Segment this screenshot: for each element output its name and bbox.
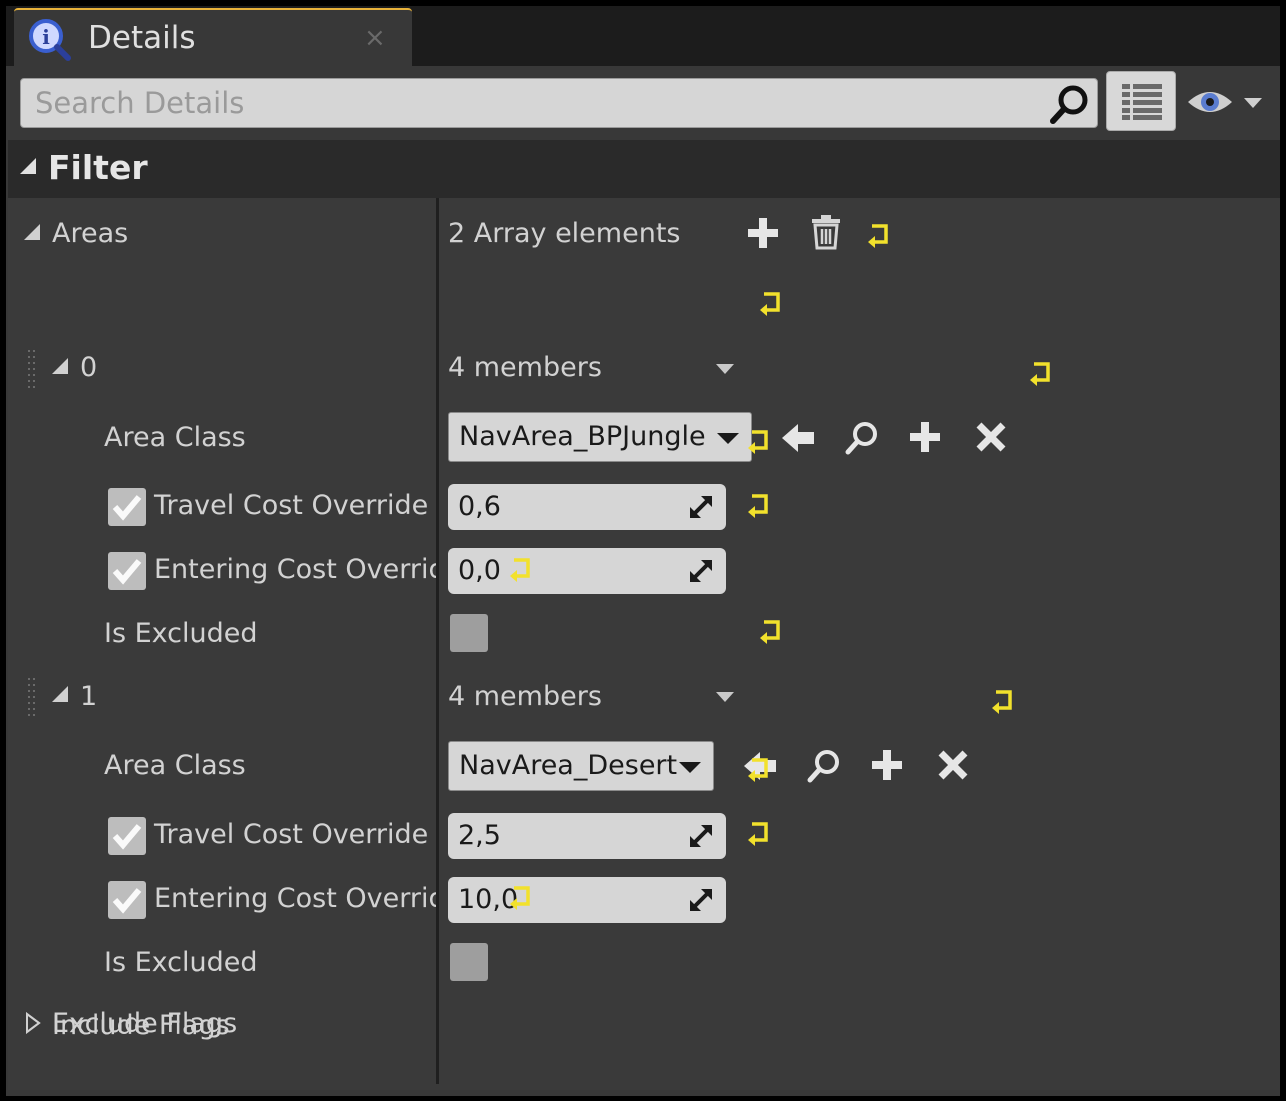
exclude-flags-label[interactable]: Exclude Flags bbox=[52, 1006, 237, 1042]
eye-icon[interactable] bbox=[1186, 80, 1266, 124]
add-icon[interactable] bbox=[908, 420, 942, 454]
reset-to-default-icon[interactable] bbox=[746, 756, 772, 782]
members-count: 4 members bbox=[448, 352, 602, 383]
travel-cost-checkbox[interactable] bbox=[108, 817, 146, 855]
drag-spin-icon[interactable] bbox=[688, 558, 714, 584]
is-excluded-label: Is Excluded bbox=[104, 618, 258, 649]
travel-cost-label: Travel Cost Override bbox=[154, 490, 429, 521]
collapse-arrow-icon[interactable] bbox=[50, 684, 70, 704]
chevron-down-icon bbox=[679, 762, 701, 773]
column-divider[interactable] bbox=[436, 198, 439, 1084]
details-panel: Search Details Filter Areas 2 Array elem… bbox=[6, 66, 1280, 1096]
drag-spin-icon[interactable] bbox=[688, 494, 714, 520]
is-excluded-checkbox[interactable] bbox=[450, 943, 488, 981]
view-options-button[interactable] bbox=[1106, 71, 1176, 131]
area-class-combo[interactable]: NavArea_BPJungle bbox=[448, 412, 752, 462]
element-index: 0 bbox=[80, 352, 98, 383]
trash-icon[interactable] bbox=[810, 214, 842, 250]
svg-text:i: i bbox=[42, 25, 50, 49]
reset-to-default-icon[interactable] bbox=[508, 884, 534, 910]
travel-cost-value: 2,5 bbox=[458, 820, 501, 851]
array-element-count: 2 Array elements bbox=[448, 218, 681, 249]
expand-arrow-icon[interactable] bbox=[24, 1012, 42, 1034]
area-class-combo[interactable]: NavArea_Desert bbox=[448, 741, 714, 791]
area-class-label: Area Class bbox=[104, 422, 246, 453]
reset-to-default-icon[interactable] bbox=[990, 688, 1016, 714]
info-magnifier-icon: i bbox=[29, 19, 71, 61]
entering-cost-value: 0,0 bbox=[458, 555, 501, 586]
browse-search-icon[interactable] bbox=[844, 420, 880, 456]
clear-x-icon[interactable] bbox=[936, 748, 970, 782]
travel-cost-input[interactable]: 0,6 bbox=[448, 484, 726, 530]
travel-cost-input[interactable]: 2,5 bbox=[448, 813, 726, 859]
area-class-value: NavArea_Desert bbox=[459, 750, 678, 781]
entering-cost-label: Entering Cost Overrid bbox=[154, 554, 436, 585]
areas-label: Areas bbox=[52, 218, 129, 249]
reset-to-default-icon[interactable] bbox=[746, 492, 772, 518]
chevron-down-icon[interactable] bbox=[716, 364, 734, 374]
chevron-down-icon bbox=[717, 433, 739, 444]
tab-details[interactable]: i Details × bbox=[14, 8, 412, 66]
search-icon[interactable] bbox=[1047, 83, 1091, 125]
reset-to-default-icon[interactable] bbox=[746, 820, 772, 846]
clear-x-icon[interactable] bbox=[974, 420, 1008, 454]
collapse-arrow-icon[interactable] bbox=[50, 356, 70, 376]
entering-cost-checkbox[interactable] bbox=[108, 881, 146, 919]
browse-search-icon[interactable] bbox=[806, 748, 842, 784]
reset-to-default-icon[interactable] bbox=[746, 428, 772, 454]
tab-title: Details bbox=[88, 20, 196, 56]
reset-to-default-icon[interactable] bbox=[508, 556, 534, 582]
reset-to-default-icon[interactable] bbox=[1028, 360, 1054, 386]
search-placeholder: Search Details bbox=[35, 86, 245, 120]
add-icon[interactable] bbox=[870, 748, 904, 782]
is-excluded-checkbox[interactable] bbox=[450, 614, 488, 652]
area-class-label: Area Class bbox=[104, 750, 246, 781]
use-selected-arrow-icon[interactable] bbox=[780, 420, 816, 456]
collapse-arrow-icon[interactable] bbox=[22, 222, 42, 242]
entering-cost-label: Entering Cost Overrid bbox=[154, 883, 436, 914]
close-icon[interactable]: × bbox=[364, 20, 386, 56]
chevron-down-icon bbox=[1244, 98, 1262, 108]
search-input[interactable]: Search Details bbox=[20, 78, 1098, 128]
travel-cost-checkbox[interactable] bbox=[108, 488, 146, 526]
travel-cost-label: Travel Cost Override bbox=[154, 819, 429, 850]
is-excluded-label: Is Excluded bbox=[104, 947, 258, 978]
reset-to-default-icon[interactable] bbox=[758, 618, 784, 644]
drag-spin-icon[interactable] bbox=[688, 823, 714, 849]
drag-handle-icon[interactable] bbox=[28, 350, 36, 390]
filter-category-header[interactable]: Filter bbox=[8, 140, 1280, 198]
grid-list-icon bbox=[1122, 84, 1162, 120]
area-class-value: NavArea_BPJungle bbox=[459, 421, 706, 452]
drag-handle-icon[interactable] bbox=[28, 678, 36, 718]
travel-cost-value: 0,6 bbox=[458, 491, 501, 522]
entering-cost-checkbox[interactable] bbox=[108, 552, 146, 590]
drag-spin-icon[interactable] bbox=[688, 887, 714, 913]
chevron-down-icon[interactable] bbox=[716, 692, 734, 702]
add-icon[interactable] bbox=[746, 216, 780, 250]
entering-cost-input[interactable]: 0,0 bbox=[448, 548, 726, 594]
reset-to-default-icon[interactable] bbox=[758, 290, 784, 316]
filter-label: Filter bbox=[48, 148, 148, 187]
reset-to-default-icon[interactable] bbox=[866, 222, 892, 248]
collapse-arrow-icon bbox=[20, 158, 36, 174]
element-index: 1 bbox=[80, 681, 98, 712]
entering-cost-input[interactable]: 10,0 bbox=[448, 877, 726, 923]
reset-to-default-icon[interactable] bbox=[870, 286, 896, 312]
property-list: Areas 2 Array elements 0 4 members Area … bbox=[8, 198, 1280, 1090]
members-count: 4 members bbox=[448, 681, 602, 712]
